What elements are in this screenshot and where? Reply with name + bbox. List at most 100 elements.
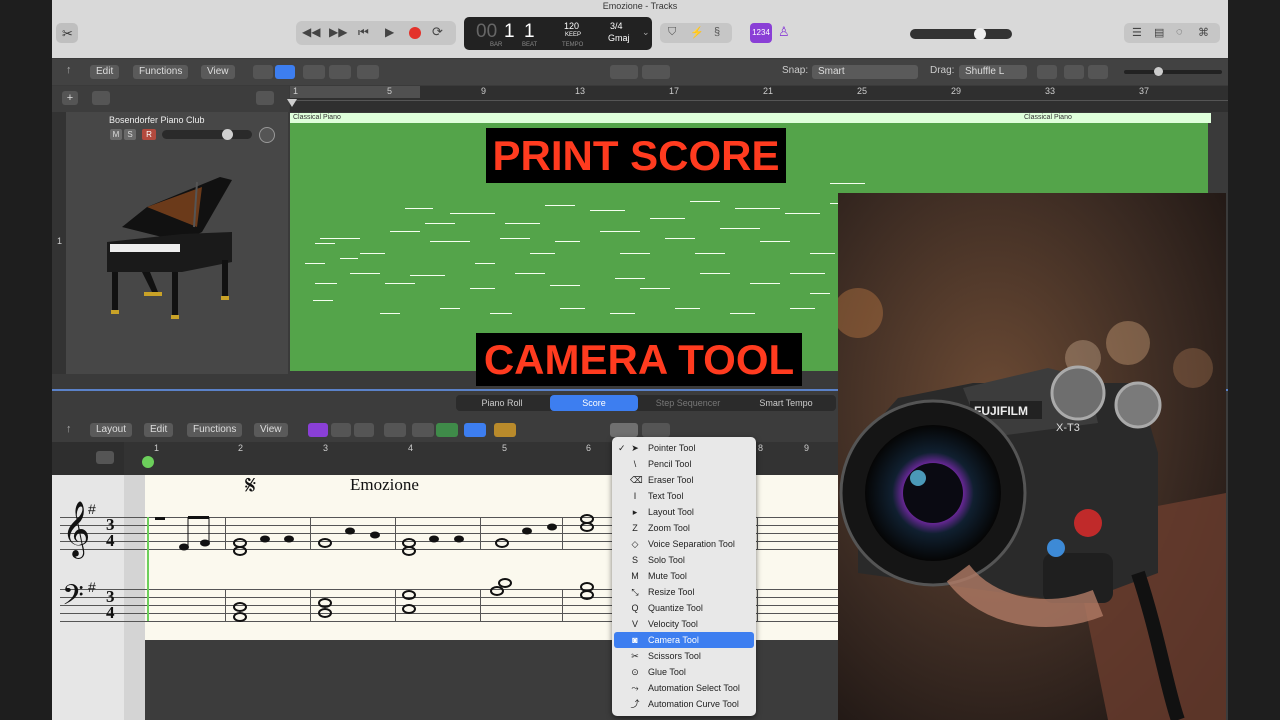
- view-menu[interactable]: View: [254, 423, 288, 437]
- edit-menu[interactable]: Edit: [144, 423, 174, 437]
- automation-icon[interactable]: [303, 65, 325, 79]
- menu-item-label: Mute Tool: [648, 571, 687, 581]
- menu-item-resize-tool[interactable]: ⤡ Resize Tool: [614, 584, 754, 600]
- tab-score[interactable]: Score: [550, 395, 638, 411]
- loop-browser-icon[interactable]: ◌: [1176, 26, 1183, 38]
- functions-menu[interactable]: Functions: [133, 65, 189, 79]
- forward-icon[interactable]: ▶▶: [329, 25, 347, 39]
- menu-item-solo-tool[interactable]: S Solo Tool: [614, 552, 754, 568]
- scissors-button[interactable]: ✂: [56, 23, 78, 43]
- cycle-area[interactable]: [290, 86, 420, 98]
- tracks-toolbar: ↑ Edit Functions View Snap: Smart Drag: …: [52, 59, 1228, 85]
- track-view-icon[interactable]: [275, 65, 295, 79]
- menu-item-eraser-tool[interactable]: ⌫ Eraser Tool: [614, 472, 754, 488]
- track-number: 1: [57, 236, 63, 246]
- tuner-icon[interactable]: ⛉: [668, 26, 676, 39]
- chevron-down-icon[interactable]: ⌄: [642, 27, 650, 38]
- rewind-icon[interactable]: ◀◀: [302, 25, 320, 39]
- up-arrow-icon[interactable]: ↑: [66, 423, 72, 435]
- menu-item-scissors-tool[interactable]: ✂ Scissors Tool: [614, 648, 754, 664]
- midi-out-icon[interactable]: [412, 423, 434, 437]
- duplicate-track-icon[interactable]: [92, 91, 110, 105]
- mute-button[interactable]: M: [110, 129, 122, 140]
- menu-item-voice-separation-tool[interactable]: ◇ Voice Separation Tool: [614, 536, 754, 552]
- menu-item-pencil-tool[interactable]: \ Pencil Tool: [614, 456, 754, 472]
- track-volume-slider[interactable]: [162, 129, 252, 140]
- record-icon[interactable]: [409, 27, 421, 39]
- drag-select[interactable]: Shuffle L: [959, 65, 1027, 79]
- up-arrow-icon[interactable]: ↑: [66, 64, 72, 76]
- list-icon[interactable]: ☰: [1132, 26, 1142, 39]
- vertical-zoom-icon[interactable]: [1064, 65, 1084, 79]
- edit-menu[interactable]: Edit: [90, 65, 120, 79]
- functions-menu[interactable]: Functions: [187, 423, 243, 437]
- tab-step-sequencer[interactable]: Step Sequencer: [640, 395, 736, 411]
- tab-piano-roll[interactable]: Piano Roll: [456, 395, 548, 411]
- tab-smart-tempo[interactable]: Smart Tempo: [738, 395, 834, 411]
- menu-item-mute-tool[interactable]: M Mute Tool: [614, 568, 754, 584]
- pan-knob[interactable]: [259, 127, 275, 143]
- menu-item-quantize-tool[interactable]: Q Quantize Tool: [614, 600, 754, 616]
- solo-icon[interactable]: ⚡: [690, 26, 704, 39]
- cycle-icon[interactable]: ⟳: [432, 24, 443, 40]
- horizontal-zoom-icon[interactable]: [1088, 65, 1108, 79]
- score-sidebar-icon[interactable]: [96, 451, 114, 464]
- wrapped-view-icon[interactable]: [354, 423, 374, 437]
- voice-separation-icon: ◇: [631, 539, 639, 549]
- notepad-icon[interactable]: ▤: [1154, 26, 1164, 39]
- track-name[interactable]: Bosendorfer Piano Club: [109, 115, 205, 125]
- view-menu[interactable]: View: [201, 65, 235, 79]
- menu-item-zoom-tool[interactable]: Z Zoom Tool: [614, 520, 754, 536]
- volume-knob[interactable]: [974, 28, 986, 40]
- zoom-slider[interactable]: [1124, 67, 1222, 76]
- step-input-icon[interactable]: [436, 423, 458, 437]
- snap-select[interactable]: Smart: [812, 65, 918, 79]
- global-tracks-icon[interactable]: [256, 91, 274, 105]
- count-in-icon[interactable]: §: [714, 26, 720, 38]
- menu-item-layout-tool[interactable]: ▸ Layout Tool: [614, 504, 754, 520]
- metronome-icon[interactable]: ♙: [778, 24, 790, 40]
- ruler-line: [290, 100, 1228, 101]
- lcd-bar-prefix: 00: [476, 21, 498, 42]
- play-icon[interactable]: ▶: [385, 25, 394, 39]
- playhead-marker[interactable]: [142, 456, 154, 468]
- menu-item-camera-tool[interactable]: ◙ Camera Tool: [614, 632, 754, 648]
- waveform-zoom-icon[interactable]: [1037, 65, 1057, 79]
- menu-item-velocity-tool[interactable]: V Velocity Tool: [614, 616, 754, 632]
- region-name-left: Classical Piano: [293, 114, 341, 121]
- zoom-knob[interactable]: [1154, 67, 1163, 76]
- count-in-badge[interactable]: 1234: [750, 23, 772, 43]
- pencil-tool-button[interactable]: [642, 423, 670, 437]
- page-view-icon[interactable]: [308, 423, 328, 437]
- solo-button[interactable]: S: [124, 129, 136, 140]
- transport: ◀◀ ▶▶ ⏮ ▶ ⟳: [296, 21, 456, 45]
- layout-icon: ▸: [632, 507, 638, 517]
- track-header[interactable]: 1 Bosendorfer Piano Club M S R: [52, 112, 289, 374]
- midi-in-icon[interactable]: [384, 423, 406, 437]
- catch-icon[interactable]: [357, 65, 379, 79]
- modes-group: ⛉ ⚡ §: [660, 23, 732, 43]
- linear-view-icon[interactable]: [331, 423, 351, 437]
- playhead-marker[interactable]: [287, 99, 297, 107]
- link-icon[interactable]: [494, 423, 516, 437]
- flex-icon[interactable]: [329, 65, 351, 79]
- menu-item-text-tool[interactable]: I Text Tool: [614, 488, 754, 504]
- grid-view-icon[interactable]: [253, 65, 273, 79]
- add-track-icon[interactable]: +: [62, 91, 78, 105]
- track-volume-knob[interactable]: [222, 129, 233, 140]
- lcd-display[interactable]: 00 1 1 BAR BEAT 120 KEEP TEMPO 3/4 Gmaj …: [464, 17, 652, 50]
- go-to-start-icon[interactable]: ⏮: [358, 25, 369, 40]
- browser-icon[interactable]: ⌘: [1198, 26, 1209, 39]
- catch-icon[interactable]: [464, 423, 486, 437]
- tracks-ruler[interactable]: 1 5 9 13 17 21 25 29 33 37: [287, 86, 1228, 112]
- master-volume-slider[interactable]: [910, 28, 1012, 40]
- pointer-tool-icon[interactable]: [610, 65, 638, 79]
- secondary-tool-icon[interactable]: [642, 65, 670, 79]
- record-enable-button[interactable]: R: [142, 129, 156, 140]
- pointer-tool-button[interactable]: [610, 423, 638, 437]
- menu-item-pointer-tool[interactable]: ✓ ➤ Pointer Tool: [614, 440, 754, 456]
- menu-item-glue-tool[interactable]: ⊙ Glue Tool: [614, 664, 754, 680]
- menu-item-automation-curve-tool[interactable]: ⤴ Automation Curve Tool: [614, 696, 754, 712]
- layout-menu[interactable]: Layout: [90, 423, 133, 437]
- menu-item-automation-select-tool[interactable]: ⤳ Automation Select Tool: [614, 680, 754, 696]
